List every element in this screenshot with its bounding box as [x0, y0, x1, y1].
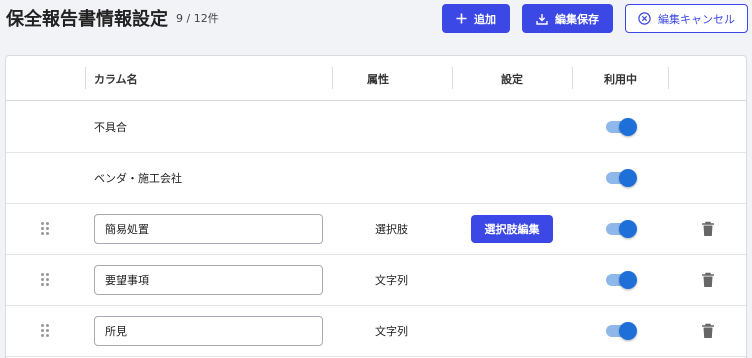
in-use-toggle[interactable]	[606, 118, 637, 136]
drag-handle-icon[interactable]	[41, 273, 51, 287]
column-divider	[452, 67, 453, 89]
edit-options-button[interactable]: 選択肢編集	[471, 215, 553, 243]
column-divider	[572, 67, 573, 89]
in-use-toggle[interactable]	[606, 271, 637, 289]
cancel-button[interactable]: 編集キャンセル	[625, 4, 748, 33]
attribute-text: 選択肢	[375, 223, 408, 236]
trash-icon[interactable]	[701, 323, 715, 339]
column-header-in-use: 利用中	[604, 72, 637, 86]
page-header: 保全報告書情報設定 9 / 12件 追加 編集保存 編集キャンセル	[0, 0, 752, 44]
column-header-attribute: 属性	[367, 72, 389, 86]
table-row: ベンダ・施工会社	[6, 153, 746, 204]
column-name-text: ベンダ・施工会社	[94, 172, 182, 185]
record-count: 9 / 12件	[176, 12, 219, 25]
table-row: 不具合	[6, 102, 746, 153]
column-divider	[668, 67, 669, 89]
column-name-input[interactable]	[94, 316, 323, 346]
add-button-label: 追加	[474, 13, 496, 26]
drag-handle-icon[interactable]	[41, 222, 51, 236]
table-row: 文字列	[6, 255, 746, 306]
column-name-text: 不具合	[94, 121, 127, 134]
trash-icon[interactable]	[701, 221, 715, 237]
drag-handle-icon[interactable]	[41, 324, 51, 338]
download-icon	[536, 13, 548, 25]
page-title: 保全報告書情報設定	[6, 9, 168, 30]
in-use-toggle[interactable]	[606, 169, 637, 187]
column-divider	[332, 67, 333, 89]
add-button[interactable]: 追加	[442, 4, 510, 33]
trash-icon[interactable]	[701, 272, 715, 288]
in-use-toggle[interactable]	[606, 220, 637, 238]
attribute-text: 文字列	[375, 274, 408, 287]
cancel-button-label: 編集キャンセル	[658, 13, 735, 26]
columns-table: カラム名 属性 設定 利用中 不具合 ベンダ・施工会社 選択肢 選択肢編集 文字…	[5, 55, 747, 358]
column-header-name: カラム名	[94, 72, 138, 86]
save-button-label: 編集保存	[555, 13, 599, 26]
table-header: カラム名 属性 設定 利用中	[6, 56, 746, 101]
column-header-setting: 設定	[501, 72, 523, 86]
column-name-input[interactable]	[94, 214, 323, 244]
in-use-toggle[interactable]	[606, 322, 637, 340]
table-row: 文字列	[6, 306, 746, 357]
close-circle-icon	[638, 12, 651, 25]
column-divider	[85, 67, 86, 89]
table-row: 選択肢 選択肢編集	[6, 204, 746, 255]
attribute-text: 文字列	[375, 325, 408, 338]
save-button[interactable]: 編集保存	[522, 4, 613, 33]
plus-icon	[456, 13, 467, 24]
column-name-input[interactable]	[94, 265, 323, 295]
